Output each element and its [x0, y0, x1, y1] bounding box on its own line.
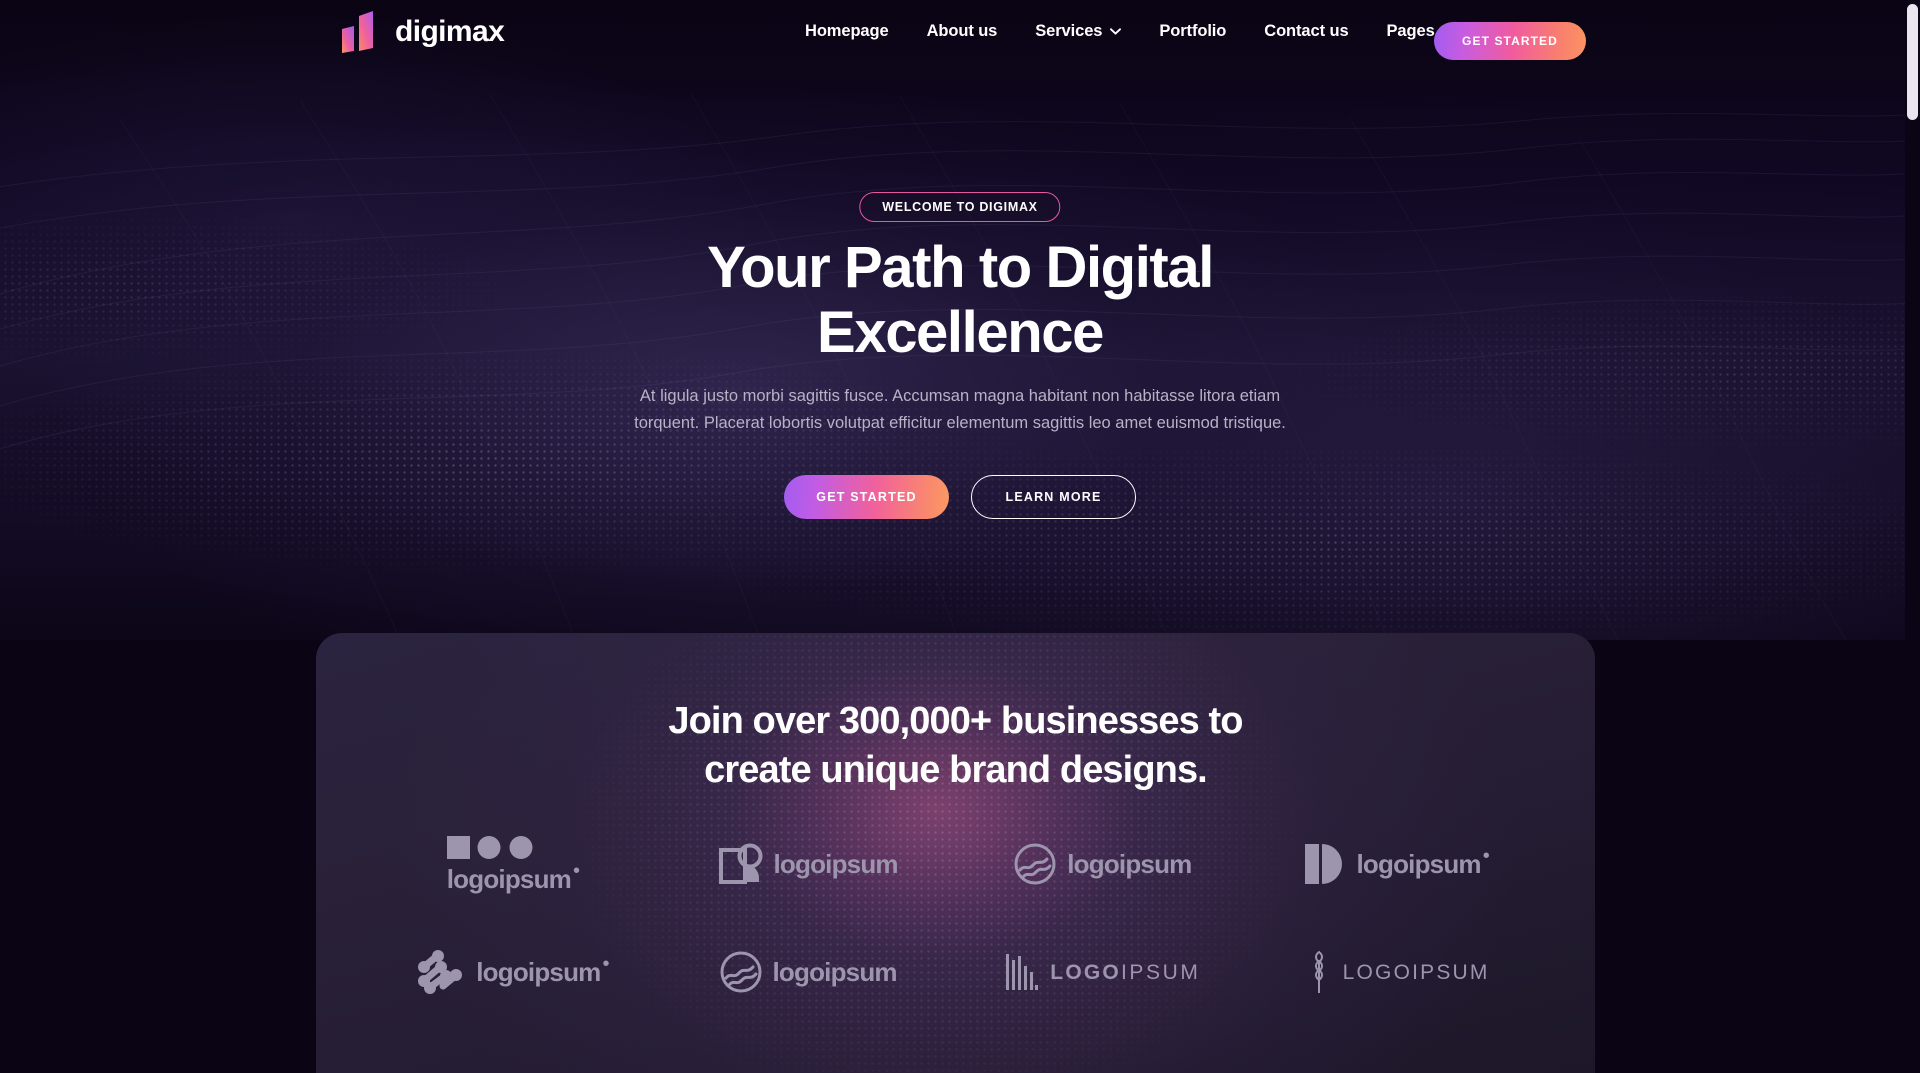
hero-title-line-1: Your Path to Digital	[707, 235, 1214, 300]
page-root: digimax Homepage About us Services Portf…	[0, 0, 1920, 1073]
brands-title: Join over 300,000+ businesses to create …	[506, 697, 1406, 794]
brand-logo-label: logoipsum	[773, 849, 899, 879]
hero-learn-more-button[interactable]: LEARN MORE	[971, 475, 1136, 519]
brand-logo-item: logoipsum •	[366, 941, 661, 1003]
brands-title-line-1: Join over 300,000+ businesses to	[668, 700, 1243, 742]
page-scrollbar-track[interactable]	[1905, 0, 1920, 1073]
nav-label: Portfolio	[1159, 22, 1227, 40]
brand-logo-label: logoipsum	[476, 957, 601, 987]
brand-logo-item: LOGOIPSUM	[1250, 941, 1545, 1003]
brand-logo-item: logoipsum	[661, 941, 956, 1003]
nav-label: Pages	[1386, 22, 1435, 40]
brand-logo-item: logoipsum •	[1250, 833, 1545, 895]
hero-paragraph: At ligula justo morbi sagittis fusce. Ac…	[634, 387, 1286, 433]
hero-get-started-button[interactable]: GET STARTED	[784, 475, 949, 519]
hero-badge: WELCOME TO DIGIMAX	[859, 192, 1061, 222]
brands-title-line-2: create unique brand designs.	[704, 748, 1208, 791]
nav-item-services[interactable]: Services	[1016, 22, 1140, 41]
brand-logo-label: logoipsum	[1067, 849, 1192, 879]
hero-title: Your Path to Digital Excellence	[410, 235, 1510, 366]
logo-thin-part: IPSUM	[1120, 960, 1201, 984]
page-scrollbar-thumb[interactable]	[1907, 4, 1918, 120]
brand-logo[interactable]: digimax	[334, 8, 505, 56]
brand-logo-item: logoipsum •	[366, 833, 661, 895]
brand-logo-label: LOGOIPSUM	[1343, 962, 1490, 983]
circle-waves-icon	[1014, 843, 1056, 885]
square-circle-icon	[718, 843, 762, 884]
equalizer-bars-icon	[1006, 954, 1039, 990]
nav-item-contact-us[interactable]: Contact us	[1245, 22, 1367, 41]
bar-chart-logo-icon	[342, 11, 373, 53]
nodes-chain-icon	[418, 950, 463, 994]
logo-bold-part: LOGO	[1342, 960, 1413, 984]
header-get-started-button[interactable]: GET STARTED	[1434, 22, 1586, 60]
nav-item-about-us[interactable]: About us	[908, 22, 1017, 41]
hero-title-line-2: Excellence	[817, 299, 1104, 365]
brand-logo-label: logoipsum	[772, 957, 898, 987]
nav-item-homepage[interactable]: Homepage	[786, 22, 908, 41]
brand-logo-label: logoipsum	[1356, 849, 1481, 879]
brand-logo-item: logoipsum	[661, 833, 956, 895]
main-navigation: Homepage About us Services Portfolio Con…	[786, 22, 1473, 41]
hero-section: WELCOME TO DIGIMAX Your Path to Digital …	[0, 0, 1920, 640]
squares-circles-icon	[446, 836, 533, 859]
brand-name: digimax	[395, 15, 505, 48]
logo-bold-part: LOGO	[1050, 960, 1121, 984]
nav-label: About us	[926, 22, 998, 40]
brands-card: Join over 300,000+ businesses to create …	[316, 633, 1595, 1073]
trademark-dot: •	[1482, 845, 1490, 867]
brand-logo-label: logoipsum	[446, 864, 572, 894]
brand-logo-grid: logoipsum • logoipsum logoipsum logoipsu…	[366, 833, 1545, 1003]
hero-cta-row: GET STARTED LEARN MORE	[784, 475, 1136, 519]
trademark-dot: •	[572, 860, 580, 882]
chevron-down-icon	[1110, 28, 1122, 35]
nav-label: Contact us	[1264, 22, 1349, 40]
site-header: digimax Homepage About us Services Portf…	[0, 0, 1920, 72]
logo-thin-part: IPSUM	[1412, 960, 1490, 984]
nav-item-portfolio[interactable]: Portfolio	[1140, 22, 1245, 41]
brand-logo-item: LOGOIPSUM	[956, 941, 1251, 1003]
brand-logo-label: LOGOIPSUM	[1050, 962, 1200, 983]
brand-logo-item: logoipsum	[956, 833, 1251, 895]
wheat-stalk-icon	[1314, 950, 1323, 993]
trademark-dot: •	[602, 953, 610, 975]
circle-waves-icon	[720, 951, 761, 993]
nav-label: Services	[1035, 22, 1103, 40]
half-circle-block-icon	[1305, 844, 1343, 884]
nav-label: Homepage	[805, 22, 889, 40]
